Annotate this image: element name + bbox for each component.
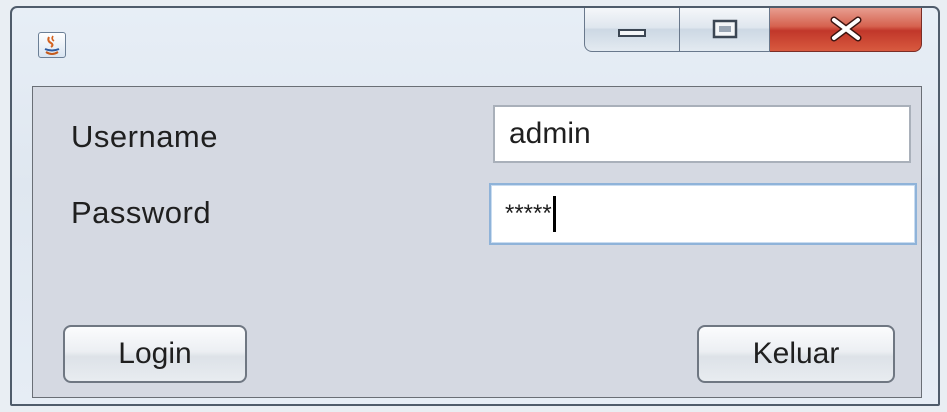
title-bar[interactable]	[12, 8, 938, 86]
close-button[interactable]	[770, 8, 922, 52]
password-masked-value: *****	[505, 200, 552, 227]
login-form-panel: Username Password ***** Login Keluar	[32, 86, 922, 398]
username-field[interactable]	[493, 105, 911, 163]
password-label: Password	[71, 195, 212, 230]
username-label: Username	[71, 119, 218, 154]
minimize-icon	[618, 28, 646, 37]
password-field[interactable]: *****	[489, 183, 917, 245]
keluar-button[interactable]: Keluar	[697, 325, 895, 383]
window-controls	[584, 8, 922, 54]
login-window: Username Password ***** Login Keluar	[10, 6, 940, 406]
close-icon	[830, 16, 861, 41]
minimize-button[interactable]	[584, 8, 680, 52]
login-button[interactable]: Login	[63, 325, 247, 383]
maximize-button[interactable]	[680, 8, 770, 52]
java-app-icon[interactable]	[38, 32, 66, 58]
text-caret	[552, 196, 556, 232]
maximize-icon	[712, 19, 737, 38]
